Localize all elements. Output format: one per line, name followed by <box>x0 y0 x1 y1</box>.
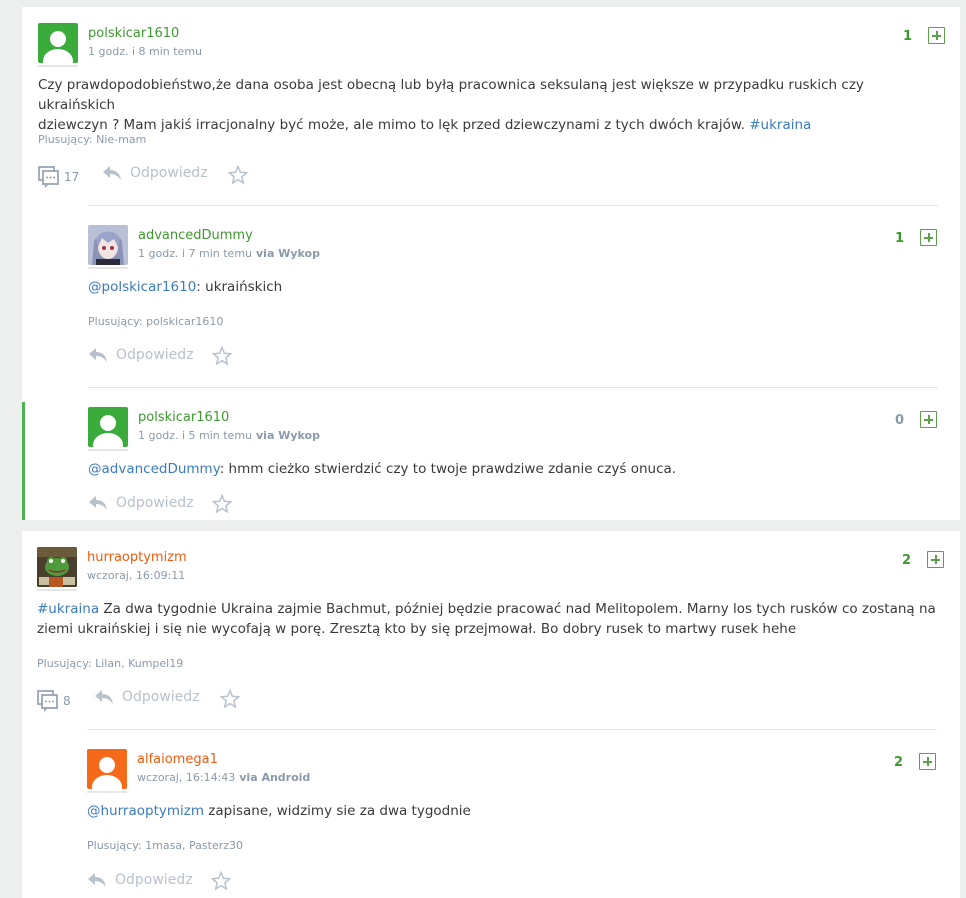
comments-button[interactable]: 8 <box>37 689 87 713</box>
plusers-list[interactable]: Plusujący: polskicar1610 <box>88 315 223 328</box>
reply-icon <box>103 166 121 180</box>
avatar[interactable] <box>37 547 77 587</box>
entry-time[interactable]: wczoraj, 16:09:11 <box>87 569 185 582</box>
plusers-list[interactable]: Plusujący: Lilan, Kumpel19 <box>37 657 183 670</box>
reply-button[interactable]: Odpowiedz <box>87 872 193 888</box>
star-icon[interactable] <box>211 871 231 891</box>
avatar[interactable] <box>88 225 128 265</box>
vote-count: 2 <box>901 553 911 568</box>
reply-icon <box>89 496 107 510</box>
entry-time[interactable]: 1 godz. i 8 min temu <box>88 45 202 58</box>
star-icon[interactable] <box>212 494 232 514</box>
tag-link[interactable]: #ukraina <box>749 117 811 133</box>
reply-icon <box>88 873 106 887</box>
star-icon[interactable] <box>228 165 248 185</box>
mention-link[interactable]: @hurraoptymizm <box>87 803 204 819</box>
comment-time: 1 godz. i 5 min temu via Wykop <box>138 429 320 442</box>
comments-icon <box>37 690 58 712</box>
user-avatar-icon <box>93 415 123 447</box>
reply-button[interactable]: Odpowiedz <box>102 165 208 181</box>
reply-icon <box>89 348 107 362</box>
plus-vote-icon[interactable] <box>919 753 936 770</box>
vote-count: 0 <box>894 413 904 428</box>
vote-count: 2 <box>893 755 903 770</box>
plus-vote-icon[interactable] <box>920 411 937 428</box>
frog-meme-avatar-icon <box>37 547 77 587</box>
anime-avatar-icon <box>88 225 128 265</box>
comments-count: 8 <box>63 694 71 708</box>
reply-icon <box>95 690 113 704</box>
entry-body: #ukraina Za dwa tygodnie Ukraina zajmie … <box>37 601 936 637</box>
mention-link[interactable]: @polskicar1610 <box>88 279 196 295</box>
entry-author[interactable]: hurraoptymizm <box>87 550 187 565</box>
comment-body: @advancedDummy: hmm cieżko stwierdzić cz… <box>88 461 677 477</box>
reply-button[interactable]: Odpowiedz <box>88 347 194 363</box>
plus-vote-icon[interactable] <box>927 551 944 568</box>
comment-body: @hurraoptymizm zapisane, widzimy sie za … <box>87 803 471 819</box>
avatar[interactable] <box>87 749 127 789</box>
plusers-list[interactable]: Plusujący: 1masa, Pasterz30 <box>87 839 243 852</box>
user-avatar-icon <box>92 757 122 789</box>
entry-card: hurraoptymizm wczoraj, 16:09:11 2 #ukrai… <box>22 531 960 898</box>
star-icon[interactable] <box>212 346 232 366</box>
vote-count: 1 <box>902 29 912 44</box>
comment-author[interactable]: polskicar1610 <box>138 410 229 425</box>
comments-count: 17 <box>64 170 80 184</box>
plus-vote-icon[interactable] <box>920 229 937 246</box>
comment-time: 1 godz. i 7 min temu via Wykop <box>138 247 320 260</box>
vote-count: 1 <box>894 231 904 246</box>
reply-button[interactable]: Odpowiedz <box>88 495 194 511</box>
entry-card: polskicar1610 1 godz. i 8 min temu 1 Czy… <box>22 7 960 520</box>
reply-button[interactable]: Odpowiedz <box>94 689 200 705</box>
thread-highlight-bar <box>22 402 25 520</box>
comment-time: wczoraj, 16:14:43 via Android <box>137 771 311 784</box>
plus-vote-icon[interactable] <box>928 27 945 44</box>
avatar[interactable] <box>88 407 128 447</box>
tag-link[interactable]: #ukraina <box>37 601 99 617</box>
comment-author[interactable]: advancedDummy <box>138 228 253 243</box>
plusers-list[interactable]: Plusujący: Nie-mam <box>38 133 146 146</box>
comment-author[interactable]: alfaiomega1 <box>137 752 218 767</box>
comment-body: @polskicar1610: ukraińskich <box>88 279 283 295</box>
entry-body: Czy prawdopodobieństwo,że dana osoba jes… <box>38 77 864 133</box>
entry-author[interactable]: polskicar1610 <box>88 26 179 41</box>
mention-link[interactable]: @advancedDummy <box>88 461 220 477</box>
comments-icon <box>38 166 59 188</box>
user-avatar-icon <box>43 31 73 63</box>
avatar[interactable] <box>38 23 78 63</box>
comments-button[interactable]: 17 <box>38 165 88 189</box>
star-icon[interactable] <box>220 689 240 709</box>
